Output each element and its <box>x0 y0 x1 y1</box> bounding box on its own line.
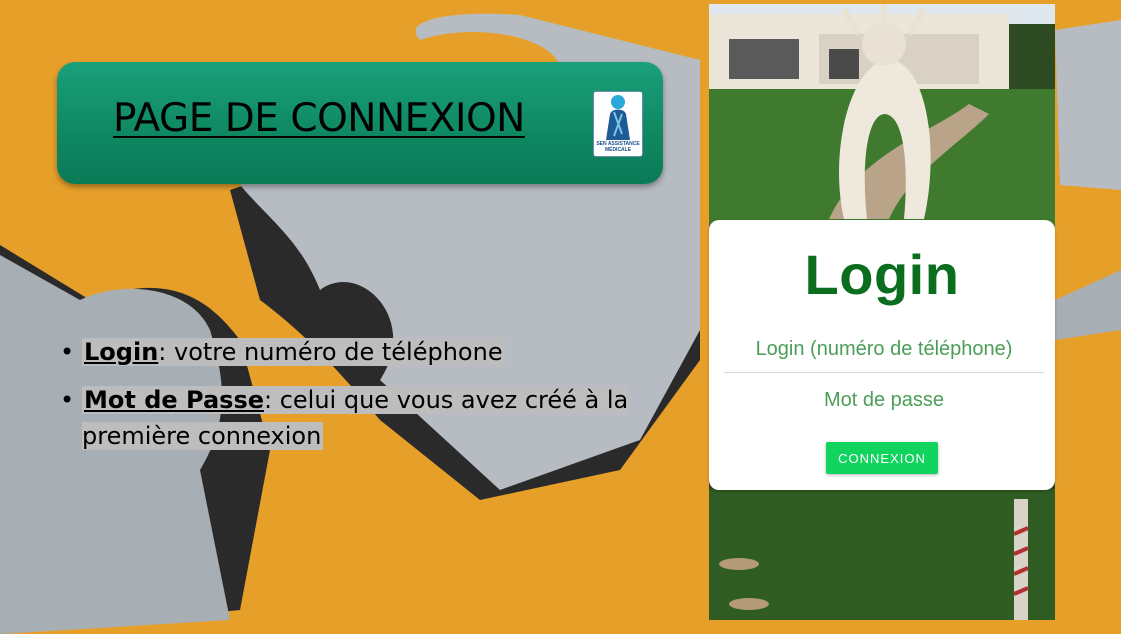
bullet-icon: • <box>60 338 75 366</box>
logo-text: SEN ASSISTANCE MÉDICALE <box>596 141 640 153</box>
sen-assistance-logo: SEN ASSISTANCE MÉDICALE <box>593 91 643 157</box>
page-title: PAGE DE CONNEXION <box>113 96 525 141</box>
list-item-password: • Mot de Passe: celui que vous avez créé… <box>58 382 658 454</box>
medical-figure-icon <box>606 95 630 140</box>
login-card: Login CONNEXION <box>709 220 1055 490</box>
title-banner: PAGE DE CONNEXION SEN ASSISTANCE MÉDICAL… <box>57 62 663 184</box>
connexion-button[interactable]: CONNEXION <box>826 442 938 474</box>
phone-number-input[interactable] <box>724 333 1044 373</box>
instructions-list: • Login: votre numéro de téléphone • Mot… <box>58 334 658 466</box>
login-title: Login <box>804 243 960 306</box>
list-item-login: • Login: votre numéro de téléphone <box>58 334 658 370</box>
password-key: Mot de Passe <box>84 386 264 414</box>
bullet-icon: • <box>60 386 75 414</box>
login-key: Login <box>84 338 159 366</box>
password-input[interactable] <box>724 384 1044 416</box>
login-description: : votre numéro de téléphone <box>158 338 503 366</box>
